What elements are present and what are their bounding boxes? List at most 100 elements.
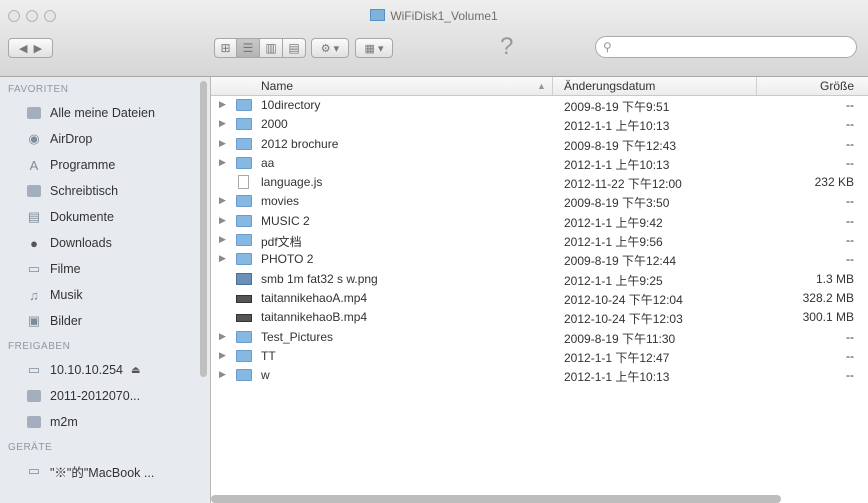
file-date: 2012-1-1 上午10:13 — [564, 119, 670, 134]
search-input[interactable] — [618, 39, 852, 55]
file-date: 2009-8-19 下午9:51 — [564, 100, 670, 114]
disclosure-triangle-icon[interactable]: ▶ — [219, 138, 226, 149]
file-date: 2012-10-24 下午12:04 — [564, 292, 683, 307]
disclosure-triangle-icon[interactable]: ▶ — [219, 157, 226, 168]
sidebar-item-movies[interactable]: ▭ Filme — [0, 256, 210, 282]
folder-icon — [236, 369, 252, 382]
folder-icon — [236, 330, 252, 343]
documents-icon: ▤ — [27, 209, 41, 224]
column-header-date[interactable]: Änderungsdatum — [564, 79, 655, 93]
table-row[interactable]: ▶ 2000 2012-1-1 上午10:13 -- — [211, 115, 868, 134]
server-icon — [26, 415, 42, 429]
sidebar-item-label: "※"的"MacBook ... — [50, 465, 155, 480]
search-field[interactable]: ⚲ — [595, 36, 857, 58]
coverflow-icon: ▤ — [288, 41, 300, 55]
file-date: 2009-8-19 下午3:50 — [564, 196, 670, 211]
table-row[interactable]: ▶ w 2012-1-1 上午10:13 -- — [211, 366, 868, 385]
sidebar-section-devices: GERÄTE — [8, 442, 53, 453]
sidebar-item-label: Schreibtisch — [50, 184, 119, 198]
view-mode-selector[interactable]: ⊞ ☰ ▥ ▤ — [214, 38, 306, 58]
sidebar-item-music[interactable]: ♫ Musik — [0, 282, 210, 308]
sidebar-item-programs[interactable]: A Programme — [0, 152, 210, 178]
sidebar-item-server-10-10-10-254[interactable]: ▭ 10.10.10.254 ⏏ — [0, 357, 210, 383]
arrange-menu-button[interactable]: ▦ ▾ — [355, 38, 393, 58]
file-name: Test_Pictures — [261, 329, 334, 344]
disclosure-triangle-icon[interactable]: ▶ — [219, 350, 226, 361]
sidebar-item-label: Alle meine Dateien — [50, 106, 155, 120]
table-row[interactable]: smb 1m fat32 s w.png 2012-1-1 上午9:25 1.3 M… — [211, 270, 868, 289]
file-date: 2012-1-1 下午12:47 — [564, 350, 670, 365]
sidebar-item-documents[interactable]: ▤ Dokumente — [0, 204, 210, 230]
back-arrow-icon[interactable]: ◀ — [19, 42, 27, 55]
list-view-button[interactable]: ☰ — [237, 38, 260, 58]
file-name: taitannikehaoB.mp4 — [261, 310, 368, 325]
file-name: smb 1m fat32 s w.png — [261, 271, 378, 286]
file-size: -- — [846, 233, 854, 248]
title-bar: WiFiDisk1_Volume1 ◀ ▶ ⊞ ☰ ▥ ▤ ⚙ ▾ ▦ ▾ ? … — [0, 0, 868, 77]
sidebar: FAVORITEN Alle meine Dateien ◉ AirDrop A… — [0, 77, 211, 503]
sidebar-item-server-2011[interactable]: 2011-2012070... — [0, 383, 210, 409]
columns-icon: ▥ — [265, 41, 277, 55]
sidebar-item-downloads[interactable]: ● Downloads — [0, 230, 210, 256]
icon-view-button[interactable]: ⊞ — [214, 38, 237, 58]
column-view-button[interactable]: ▥ — [260, 38, 283, 58]
disclosure-triangle-icon[interactable]: ▶ — [219, 215, 226, 226]
table-row[interactable]: ▶ 2012 brochure 2009-8-19 下午12:43 -- — [211, 135, 868, 154]
sidebar-item-airdrop[interactable]: ◉ AirDrop — [0, 126, 210, 152]
back-forward-buttons[interactable]: ◀ ▶ — [8, 38, 53, 58]
disclosure-triangle-icon[interactable]: ▶ — [219, 99, 226, 110]
document-icon — [238, 175, 249, 190]
file-name: MUSIC 2 — [261, 213, 310, 228]
sidebar-item-label: Bilder — [50, 314, 82, 328]
sidebar-item-server-m2m[interactable]: m2m — [0, 409, 210, 435]
table-row[interactable]: ▶ MUSIC 2 2012-1-1 上午9:42 -- — [211, 212, 868, 231]
table-row[interactable]: ▶ TT 2012-1-1 下午12:47 -- — [211, 347, 868, 366]
disclosure-triangle-icon[interactable]: ▶ — [219, 331, 226, 342]
folder-icon — [236, 156, 252, 169]
file-size: -- — [846, 155, 854, 170]
file-rows: ▶ 10directory 2009-8-19 下午9:51 -- ▶ 2000 2012-… — [211, 96, 868, 385]
help-button[interactable]: ? — [500, 33, 513, 61]
table-row[interactable]: ▶ movies 2009-8-19 下午3:50 -- — [211, 192, 868, 211]
eject-icon[interactable]: ⏏ — [131, 365, 140, 376]
table-row[interactable]: ▶ 10directory 2009-8-19 下午9:51 -- — [211, 96, 868, 115]
file-size: 300.1 MB — [802, 310, 854, 325]
forward-arrow-icon[interactable]: ▶ — [34, 42, 42, 55]
sidebar-scrollbar[interactable] — [200, 81, 207, 377]
file-date: 2012-1-1 上午9:42 — [564, 215, 663, 230]
file-size: -- — [846, 213, 854, 228]
disclosure-triangle-icon[interactable]: ▶ — [219, 253, 226, 264]
file-size: -- — [846, 252, 854, 267]
file-size: 232 KB — [814, 175, 854, 190]
table-row[interactable]: language.js 2012-11-22 下午12:00 232 KB — [211, 173, 868, 192]
movies-icon: ▭ — [27, 261, 41, 276]
table-row[interactable]: ▶ aa 2012-1-1 上午10:13 -- — [211, 154, 868, 173]
disclosure-triangle-icon[interactable]: ▶ — [219, 234, 226, 245]
sidebar-item-all-files[interactable]: Alle meine Dateien — [0, 100, 210, 126]
table-row[interactable]: taitannikehaoA.mp4 2012-10-24 下午12:04 328.… — [211, 289, 868, 308]
table-row[interactable]: ▶ pdf文档 2012-1-1 上午9:56 -- — [211, 231, 868, 250]
sidebar-item-desktop[interactable]: Schreibtisch — [0, 178, 210, 204]
file-size: -- — [846, 348, 854, 363]
sidebar-item-label: Programme — [50, 158, 116, 172]
laptop-icon: ▭ — [27, 463, 41, 478]
coverflow-view-button[interactable]: ▤ — [283, 38, 306, 58]
sidebar-item-macbook[interactable]: ▭ "※"的"MacBook ... — [0, 458, 210, 484]
column-header-name[interactable]: Name — [261, 79, 293, 93]
horizontal-scrollbar[interactable] — [211, 495, 781, 503]
table-row[interactable]: ▶ PHOTO 2 2009-8-19 下午12:44 -- — [211, 250, 868, 269]
folder-icon — [236, 349, 252, 362]
file-name: pdf文档 — [261, 235, 302, 250]
file-date: 2012-1-1 上午10:13 — [564, 370, 670, 385]
file-name: 10directory — [261, 98, 321, 112]
table-row[interactable]: taitannikehaoB.mp4 2012-10-24 下午12:03 300.… — [211, 308, 868, 327]
table-row[interactable]: ▶ Test_Pictures 2009-8-19 下午11:30 -- — [211, 328, 868, 347]
sidebar-item-pictures[interactable]: ▣ Bilder — [0, 308, 210, 334]
disclosure-triangle-icon[interactable]: ▶ — [219, 118, 226, 129]
folder-icon — [236, 234, 252, 247]
disclosure-triangle-icon[interactable]: ▶ — [219, 195, 226, 206]
sidebar-section-favorites: FAVORITEN — [8, 84, 69, 95]
action-menu-button[interactable]: ⚙ ▾ — [311, 38, 349, 58]
column-header-size[interactable]: Größe — [820, 79, 854, 93]
disclosure-triangle-icon[interactable]: ▶ — [219, 369, 226, 380]
